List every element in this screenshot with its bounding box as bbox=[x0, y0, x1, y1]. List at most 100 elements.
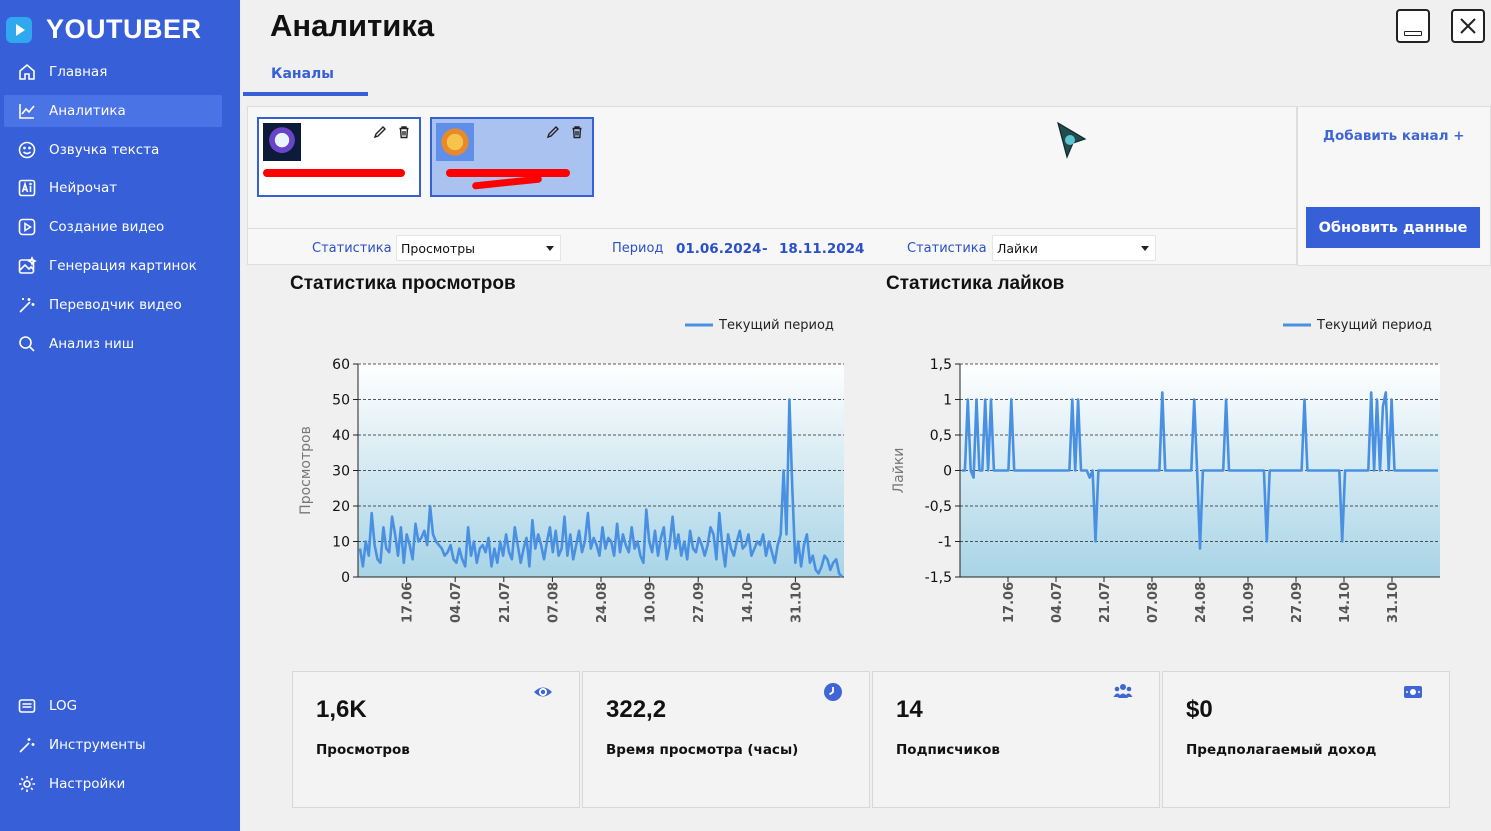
stat-left-label: Статистика bbox=[312, 241, 392, 256]
y-tick-label: 0,5 bbox=[930, 428, 952, 444]
sidebar-item-settings[interactable]: Настройки bbox=[4, 768, 222, 800]
stat-label: Предполагаемый доход bbox=[1186, 742, 1377, 758]
sidebar-item-image-gen[interactable]: Генерация картинок bbox=[4, 250, 222, 282]
eye-icon bbox=[533, 682, 553, 702]
clock-icon bbox=[823, 682, 843, 702]
sidebar-item-label: LOG bbox=[49, 698, 78, 714]
x-tick-label: 04.07 bbox=[1050, 582, 1065, 623]
tools-icon bbox=[16, 734, 38, 756]
stat-label: Время просмотра (часы) bbox=[606, 742, 799, 758]
sidebar-item-label: Инструменты bbox=[49, 736, 146, 753]
y-tick-label: -1,5 bbox=[925, 570, 952, 586]
sidebar-item-create-video[interactable]: Создание видео bbox=[4, 211, 222, 243]
x-tick-label: 10.09 bbox=[644, 582, 659, 623]
legend-label: Текущий период bbox=[1316, 318, 1432, 333]
channel-card[interactable] bbox=[430, 117, 594, 197]
channel-card[interactable] bbox=[257, 117, 421, 197]
close-icon bbox=[1460, 18, 1476, 34]
ai-icon bbox=[16, 177, 38, 199]
card-tools bbox=[546, 125, 584, 139]
legend-label: Текущий период bbox=[718, 318, 834, 333]
play-logo-icon bbox=[6, 16, 32, 43]
date-to[interactable]: 18.11.2024 bbox=[779, 241, 864, 257]
log-icon bbox=[16, 695, 38, 717]
refresh-data-button[interactable]: Обновить данные bbox=[1306, 207, 1480, 248]
y-axis-label: Просмотров bbox=[298, 426, 314, 515]
x-tick-label: 07.08 bbox=[546, 582, 561, 623]
trash-icon[interactable] bbox=[397, 125, 411, 139]
sidebar-item-niche-analysis[interactable]: Анализ ниш bbox=[4, 328, 222, 360]
close-button[interactable] bbox=[1451, 9, 1485, 43]
x-tick-label: 24.08 bbox=[1194, 582, 1209, 623]
users-icon bbox=[1113, 682, 1133, 702]
sidebar-item-neurochat[interactable]: Нейрочат bbox=[4, 172, 222, 204]
wand-icon bbox=[16, 294, 38, 316]
pencil-icon[interactable] bbox=[546, 125, 560, 139]
sidebar-item-label: Создание видео bbox=[49, 219, 165, 236]
stat-right-label: Статистика bbox=[907, 241, 987, 256]
pencil-icon[interactable] bbox=[373, 125, 387, 139]
x-tick-label: 21.07 bbox=[498, 582, 513, 623]
search-icon bbox=[16, 333, 38, 355]
y-tick-label: 50 bbox=[332, 393, 350, 409]
sidebar-item-translator[interactable]: Переводчик видео bbox=[4, 289, 222, 321]
chevron-down-icon bbox=[546, 246, 554, 251]
stat-card-subscribers: 14 Подписчиков bbox=[872, 671, 1160, 808]
image-icon bbox=[16, 255, 38, 277]
stat-card-revenue: $0 Предполагаемый доход bbox=[1162, 671, 1450, 808]
gear-icon bbox=[16, 773, 38, 795]
x-tick-label: 24.08 bbox=[595, 582, 610, 623]
stat-right-value: Лайки bbox=[997, 241, 1038, 256]
video-icon bbox=[16, 216, 38, 238]
minimize-button[interactable] bbox=[1396, 9, 1430, 43]
stat-right-select[interactable]: Лайки bbox=[992, 235, 1156, 261]
sidebar-item-analytics[interactable]: Аналитика bbox=[4, 94, 222, 127]
tab-channels[interactable]: Каналы bbox=[271, 66, 334, 82]
stat-left-select[interactable]: Просмотры bbox=[396, 235, 561, 261]
sidebar-item-label: Анализ ниш bbox=[49, 335, 135, 352]
sidebar-item-label: Генерация картинок bbox=[49, 257, 197, 274]
sidebar-item-log[interactable]: LOG bbox=[4, 690, 222, 722]
stat-value: 14 bbox=[896, 696, 923, 723]
views-chart-title: Статистика просмотров bbox=[290, 273, 516, 294]
y-tick-label: 10 bbox=[332, 535, 350, 551]
mouse-cursor-icon bbox=[1057, 121, 1087, 159]
date-from[interactable]: 01.06.2024 bbox=[676, 241, 761, 257]
stat-value: $0 bbox=[1186, 696, 1213, 723]
chevron-down-icon bbox=[1141, 246, 1149, 251]
channel-avatar bbox=[436, 123, 474, 161]
add-channel-link[interactable]: Добавить канал + bbox=[1323, 128, 1465, 144]
x-tick-label: 10.09 bbox=[1242, 582, 1257, 623]
y-tick-label: 30 bbox=[332, 464, 350, 480]
stat-label: Подписчиков bbox=[896, 742, 1000, 758]
y-tick-label: 20 bbox=[332, 499, 350, 515]
sidebar: YOUTUBER Главная Аналитика Озвучка текст… bbox=[0, 0, 240, 831]
sidebar-item-voice[interactable]: Озвучка текста bbox=[4, 134, 222, 166]
home-icon bbox=[16, 61, 38, 83]
x-tick-label: 21.07 bbox=[1098, 582, 1113, 623]
stat-value: 1,6K bbox=[316, 696, 367, 723]
tab-underline bbox=[243, 92, 368, 96]
x-tick-label: 27.09 bbox=[1290, 582, 1305, 623]
x-tick-label: 31.10 bbox=[789, 582, 804, 623]
likes-chart: -1,5 -1 -0,5 0 0,5 1 1,5 Лайки 17.06 04.07 21.07 07… bbox=[891, 318, 1440, 623]
x-tick-label: 31.10 bbox=[1386, 582, 1401, 623]
sidebar-item-tools[interactable]: Инструменты bbox=[4, 729, 222, 761]
y-tick-label: 1,5 bbox=[930, 357, 952, 373]
x-tick-label: 14.10 bbox=[1338, 582, 1353, 623]
card-tools bbox=[373, 125, 411, 139]
page-title: Аналитика bbox=[270, 8, 435, 43]
sidebar-item-home[interactable]: Главная bbox=[4, 56, 222, 88]
trash-icon[interactable] bbox=[570, 125, 584, 139]
y-tick-label: 1 bbox=[943, 393, 952, 409]
y-tick-label: 0 bbox=[341, 570, 350, 586]
brand: YOUTUBER bbox=[6, 14, 202, 45]
y-tick-label: 60 bbox=[332, 357, 350, 373]
x-tick-label: 04.07 bbox=[449, 582, 464, 623]
x-tick-label: 17.06 bbox=[1002, 582, 1017, 623]
sidebar-item-label: Аналитика bbox=[49, 102, 126, 119]
x-tick-label: 14.10 bbox=[741, 582, 756, 623]
sidebar-item-label: Нейрочат bbox=[49, 180, 118, 197]
channel-avatar bbox=[263, 123, 301, 161]
y-tick-label: -1 bbox=[938, 535, 952, 551]
